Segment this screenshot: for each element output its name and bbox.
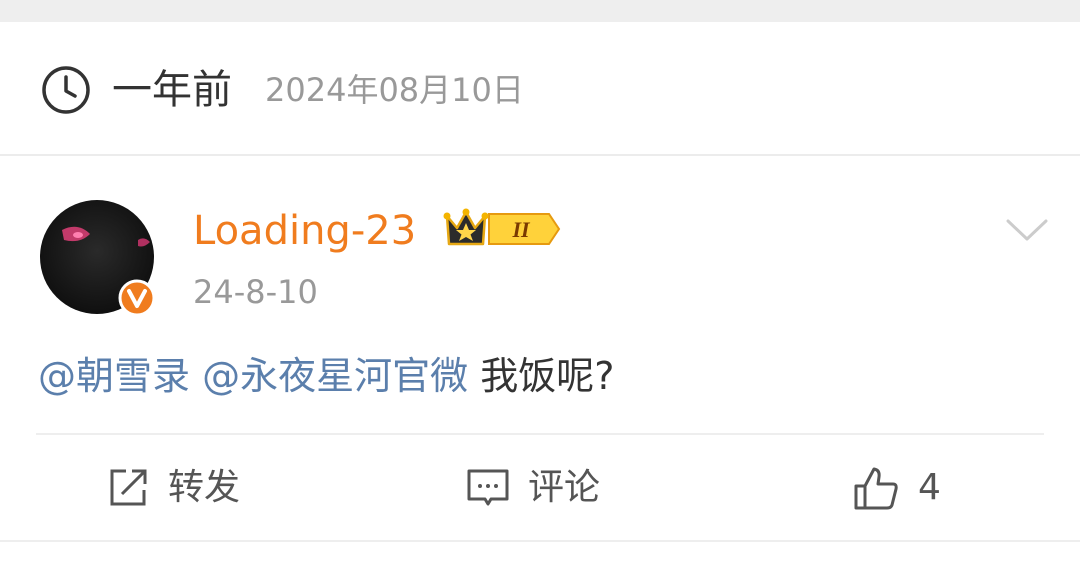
repost-label: 转发 bbox=[168, 467, 241, 508]
divider bbox=[0, 540, 1080, 542]
relative-time: 一年前 bbox=[112, 67, 232, 113]
chevron-down-icon[interactable] bbox=[1005, 213, 1049, 245]
verified-badge-icon bbox=[118, 279, 156, 317]
username[interactable]: Loading-23 bbox=[193, 206, 416, 256]
mention-link[interactable]: @永夜星河官微 bbox=[202, 354, 468, 398]
post-time: 24-8-10 bbox=[193, 273, 318, 311]
time-header: 一年前 2024年08月10日 bbox=[0, 22, 1080, 154]
repost-button[interactable]: 转发 bbox=[106, 460, 240, 516]
top-gray-strip bbox=[0, 0, 1080, 22]
vip-level-text: II bbox=[511, 217, 531, 242]
thumbs-up-icon bbox=[854, 467, 898, 510]
comment-button[interactable]: 评论 bbox=[466, 460, 600, 516]
post-text: @朝雪录 @永夜星河官微 我饭呢? bbox=[38, 348, 614, 404]
comment-icon bbox=[467, 469, 509, 506]
absolute-date: 2024年08月10日 bbox=[265, 71, 524, 109]
comment-label: 评论 bbox=[528, 467, 601, 508]
divider bbox=[0, 154, 1080, 156]
like-count: 4 bbox=[918, 467, 941, 508]
like-button[interactable]: 4 bbox=[852, 460, 941, 516]
post-body: 我饭呢? bbox=[480, 354, 615, 398]
repost-icon bbox=[110, 469, 147, 506]
crown-icon: II bbox=[443, 208, 561, 246]
mention-link[interactable]: @朝雪录 bbox=[38, 354, 190, 398]
vip-crown-badge[interactable]: II bbox=[443, 206, 563, 252]
divider bbox=[36, 433, 1044, 435]
clock-icon bbox=[42, 66, 90, 114]
